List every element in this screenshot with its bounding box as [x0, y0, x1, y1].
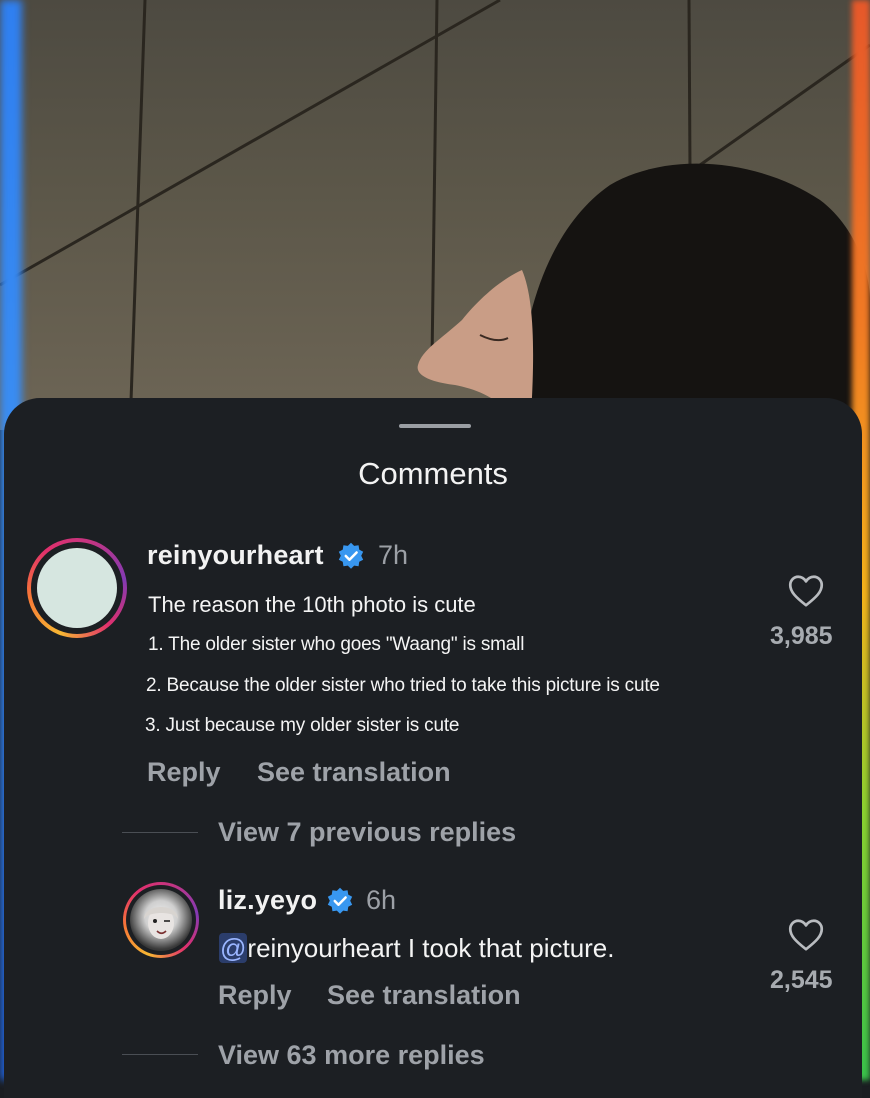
comment-username[interactable]: reinyourheart [147, 540, 324, 571]
post-photo-background [0, 0, 870, 430]
see-translation-button[interactable]: See translation [257, 757, 451, 788]
avatar-image [130, 889, 192, 951]
comment-line: 1. The older sister who goes "Waang" is … [148, 634, 525, 655]
verified-badge-icon [338, 542, 364, 569]
see-translation-button[interactable]: See translation [327, 980, 521, 1011]
reply-text: @reinyourheart I took that picture. [219, 933, 615, 964]
view-more-replies-button[interactable]: View 63 more replies [218, 1040, 485, 1071]
like-count: 2,545 [770, 966, 833, 994]
comment-line: The reason the 10th photo is cute [148, 592, 476, 617]
sheet-title: Comments [358, 456, 508, 491]
comments-sheet: Comments reinyourheart 7h The reason the… [4, 398, 862, 1098]
heart-icon[interactable] [788, 574, 824, 608]
replies-divider [122, 1054, 198, 1055]
replies-divider [122, 832, 198, 833]
comment-time: 7h [378, 540, 409, 570]
mention-at-symbol[interactable]: @ [219, 933, 248, 963]
like-count: 3,985 [770, 622, 833, 650]
reply-text-body: reinyourheart I took that picture. [247, 933, 615, 963]
sheet-drag-handle[interactable] [399, 424, 471, 428]
heart-icon[interactable] [788, 918, 824, 952]
reply-button[interactable]: Reply [147, 757, 221, 788]
reply-username[interactable]: liz.yeyo [218, 885, 317, 916]
avatar[interactable] [123, 882, 199, 958]
verified-badge-icon [327, 887, 353, 914]
comment-line: 2. Because the older sister who tried to… [146, 675, 660, 696]
avatar-image [37, 548, 117, 628]
avatar[interactable] [27, 538, 127, 638]
reply-button[interactable]: Reply [218, 980, 292, 1011]
comment-line: 3. Just because my older sister is cute [145, 715, 460, 736]
view-previous-replies-button[interactable]: View 7 previous replies [218, 817, 516, 848]
reply-time: 6h [366, 885, 397, 915]
